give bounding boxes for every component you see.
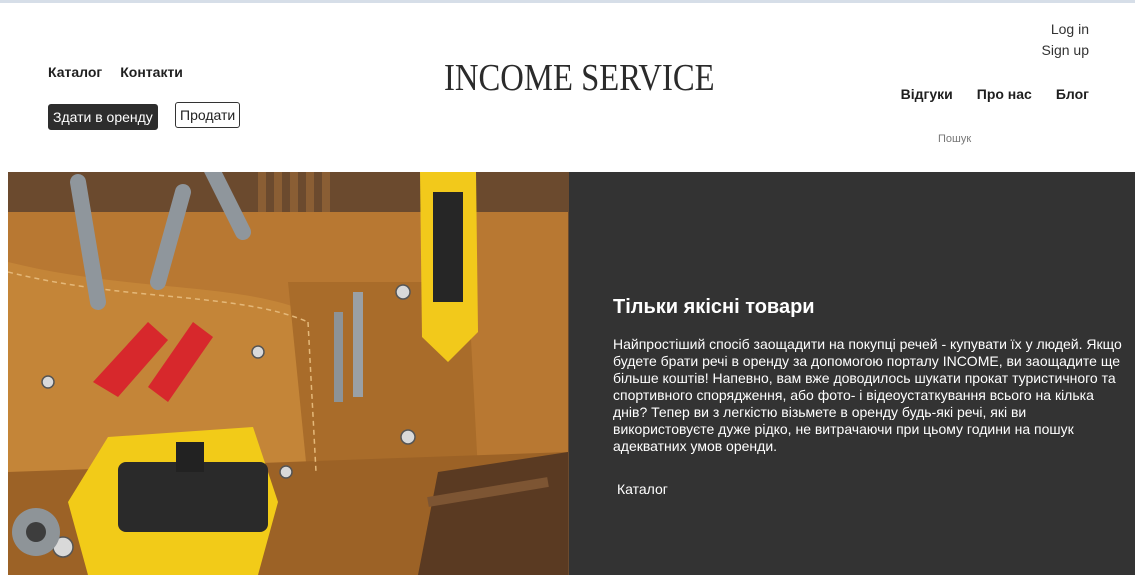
search-input[interactable] (938, 133, 1058, 145)
auth-links: Log in Sign up (1042, 19, 1089, 61)
hero-catalog-link[interactable]: Каталог (617, 481, 668, 497)
login-link[interactable]: Log in (1042, 19, 1089, 40)
site-logo[interactable]: INCOME SERVICE (444, 56, 715, 100)
nav-right: Відгуки Про нас Блог (901, 86, 1089, 102)
rent-out-button[interactable]: Здати в оренду (48, 104, 158, 130)
nav-link-contacts[interactable]: Контакти (120, 64, 183, 80)
tool-belt-image (8, 172, 569, 575)
signup-link[interactable]: Sign up (1042, 40, 1089, 61)
nav-link-catalog[interactable]: Каталог (48, 64, 102, 80)
hero-section: Тільки якісні товари Найпростіший спосіб… (8, 172, 1135, 575)
sell-button[interactable]: Продати (175, 102, 241, 128)
site-header: Каталог Контакти Здати в оренду Продати … (0, 0, 1135, 172)
hero-description: Найпростіший спосіб заощадити на покупці… (613, 336, 1122, 454)
nav-link-reviews[interactable]: Відгуки (901, 86, 953, 102)
nav-left: Каталог Контакти (48, 64, 183, 80)
hero-panel: Тільки якісні товари Найпростіший спосіб… (569, 172, 1135, 575)
nav-link-about[interactable]: Про нас (977, 86, 1032, 102)
nav-link-blog[interactable]: Блог (1056, 86, 1089, 102)
hero-title: Тільки якісні товари (613, 296, 815, 318)
